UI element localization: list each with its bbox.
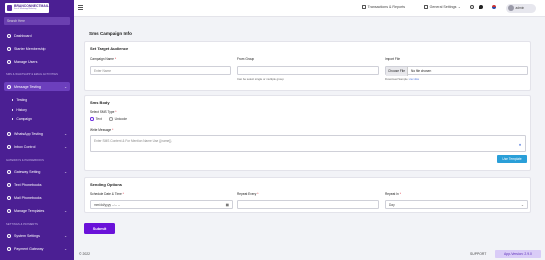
sidebar-item-system-settings[interactable]: System Settings ⌄ (4, 231, 70, 240)
choose-file-button[interactable]: Choose File (386, 67, 409, 76)
from-group-select[interactable] (237, 66, 379, 75)
sidebar-item-inbox-control[interactable]: Inbox Control ⌄ (4, 142, 70, 151)
users-icon (7, 59, 11, 64)
chevron-down-icon: ⌄ (64, 208, 67, 213)
sms-type-label: Select SMS Type * (90, 110, 117, 114)
sidebar: BRANCONNECTMAIL Sms & Whatsapp Marketing… (0, 0, 74, 260)
chevron-down-icon: ⌄ (457, 5, 461, 9)
microphone-icon[interactable]: ♦ (519, 142, 521, 147)
download-sample: Download Sample: csv xlsx (385, 77, 420, 81)
inbox-icon (7, 144, 11, 149)
radio-icon (109, 117, 113, 121)
sidebar-item-manage-templates[interactable]: Manage Templates ⌄ (4, 206, 70, 215)
footer: © 2022 SUPPORT App-Version: 2.9.0 (74, 248, 545, 260)
download-xlsx-link[interactable]: xlsx (414, 77, 419, 81)
phonebook-icon (7, 182, 11, 187)
schedule-datetime-input[interactable]: mm/dd/yyyy --:-- -- ▦ (90, 200, 233, 209)
template-icon (7, 208, 11, 213)
sidebar-item-message-testing[interactable]: Message Testing ⌄ (4, 82, 70, 91)
sidebar-section-activities: SMS & WHATSAPP & EMAIL ACTIVITIES (6, 73, 58, 76)
chevron-down-icon: ⌄ (64, 169, 67, 174)
sidebar-item-text-phonebooks[interactable]: Text Phonebooks (4, 180, 70, 189)
campaign-name-input[interactable]: Enter Name (90, 66, 231, 75)
copyright: © 2022 (79, 252, 90, 256)
bullet-icon (12, 99, 14, 101)
repeat-in-select[interactable]: Day ⌄ (385, 200, 528, 209)
dashboard-icon (7, 33, 11, 38)
refresh-icon[interactable] (470, 5, 475, 10)
whatsapp-icon (7, 131, 11, 136)
message-textarea[interactable]: Enter SMS Content & For Mention Name Use… (90, 135, 526, 152)
membership-icon (7, 46, 11, 51)
calendar-icon[interactable]: ▦ (226, 201, 229, 210)
repeat-in-label: Repeat In * (385, 192, 401, 196)
sms-body-card: Sms Body Select SMS Type * Text Unicode … (84, 95, 531, 171)
radio-selected-icon (90, 117, 94, 121)
language-flag-icon[interactable] (492, 5, 497, 10)
sidebar-section-settings: SETTINGS & PAYMENTS (6, 223, 38, 226)
general-settings-link[interactable]: General Settings ⌄ (424, 5, 461, 9)
app-version-badge: App-Version: 2.9.0 (495, 249, 541, 258)
card-title: Sms Body (90, 100, 110, 105)
sidebar-subitem-history[interactable]: History (12, 108, 27, 112)
sidebar-item-manage-users[interactable]: Manage Users (4, 57, 70, 66)
menu-toggle-icon[interactable] (78, 5, 83, 10)
page-title: Sms Campaign Info (89, 31, 132, 36)
sidebar-item-dashboard[interactable]: Dashboard (4, 31, 70, 40)
chevron-down-icon: ⌄ (64, 144, 67, 149)
sidebar-item-starter-membership[interactable]: Starter Membership (4, 44, 70, 53)
chevron-down-icon: ⌄ (64, 246, 67, 251)
reports-icon (362, 5, 366, 9)
brand-tagline: Sms & Whatsapp Marketing (14, 7, 37, 10)
bullet-icon (12, 109, 14, 111)
bullet-icon (12, 118, 14, 120)
target-audience-card: Set Target Audience Campaign Name * Ente… (84, 41, 531, 91)
chevron-down-icon: ⌄ (64, 84, 67, 89)
user-name: admin (515, 6, 525, 10)
logo-mark-icon (7, 5, 12, 11)
gear-icon (7, 233, 11, 238)
card-title: Sending Options (90, 182, 122, 187)
schedule-label: Schedule Date & Time * (90, 192, 124, 196)
brand-logo[interactable]: BRANCONNECTMAIL Sms & Whatsapp Marketing (5, 3, 49, 13)
message-icon (7, 84, 11, 89)
sidebar-item-payment-gateway[interactable]: Payment Gateway ⌄ (4, 244, 70, 253)
import-file-label: Import File (385, 57, 401, 61)
sidebar-item-gateway-setting[interactable]: Gateway Setting ⌄ (4, 167, 70, 176)
import-file-input[interactable]: Choose File No file chosen (385, 66, 528, 76)
repeat-every-label: Repeat Every * (237, 192, 259, 196)
sidebar-search-input[interactable]: Search Here (4, 17, 70, 25)
repeat-every-input[interactable] (237, 200, 379, 209)
sms-type-unicode-radio[interactable]: Unicode (109, 117, 127, 121)
from-group-label: From Group (237, 57, 255, 61)
sidebar-item-whatsapp-testing[interactable]: WhatsApp Testing ⌄ (4, 129, 70, 138)
sending-options-card: Sending Options Schedule Date & Time * m… (84, 177, 531, 213)
from-group-hint: Can be select single or multiple group (237, 77, 284, 81)
chevron-down-icon: ⌄ (64, 233, 67, 238)
chevron-down-icon: ⌄ (520, 203, 524, 207)
chevron-down-icon: ⌄ (64, 131, 67, 136)
theme-toggle-icon[interactable] (479, 5, 484, 10)
support-link[interactable]: SUPPORT (470, 252, 486, 256)
download-csv-link[interactable]: csv (409, 77, 413, 81)
transactions-reports-link[interactable]: Transactions & Reports (362, 5, 405, 9)
mail-icon (7, 195, 11, 200)
submit-button[interactable]: Submit (84, 223, 115, 234)
sidebar-item-mail-phonebooks[interactable]: Mail Phonebooks (4, 193, 70, 202)
user-menu[interactable]: admin (506, 3, 536, 13)
settings-icon (424, 5, 428, 9)
write-message-label: Write Message * (90, 128, 114, 132)
topbar: Transactions & Reports General Settings … (74, 0, 545, 17)
gateway-icon (7, 169, 11, 174)
payment-icon (7, 246, 11, 251)
campaign-name-label: Campaign Name * (90, 57, 117, 61)
sidebar-section-gateways: GATEWAYS & PHONEBOOKS (6, 159, 44, 162)
sms-type-text-radio[interactable]: Text (90, 117, 102, 121)
sidebar-subitem-campaign[interactable]: Campaign (12, 117, 32, 121)
card-title: Set Target Audience (90, 46, 129, 51)
sidebar-subitem-testing[interactable]: Testing (12, 98, 27, 102)
avatar (507, 5, 514, 11)
use-template-button[interactable]: Use Template (497, 155, 527, 163)
